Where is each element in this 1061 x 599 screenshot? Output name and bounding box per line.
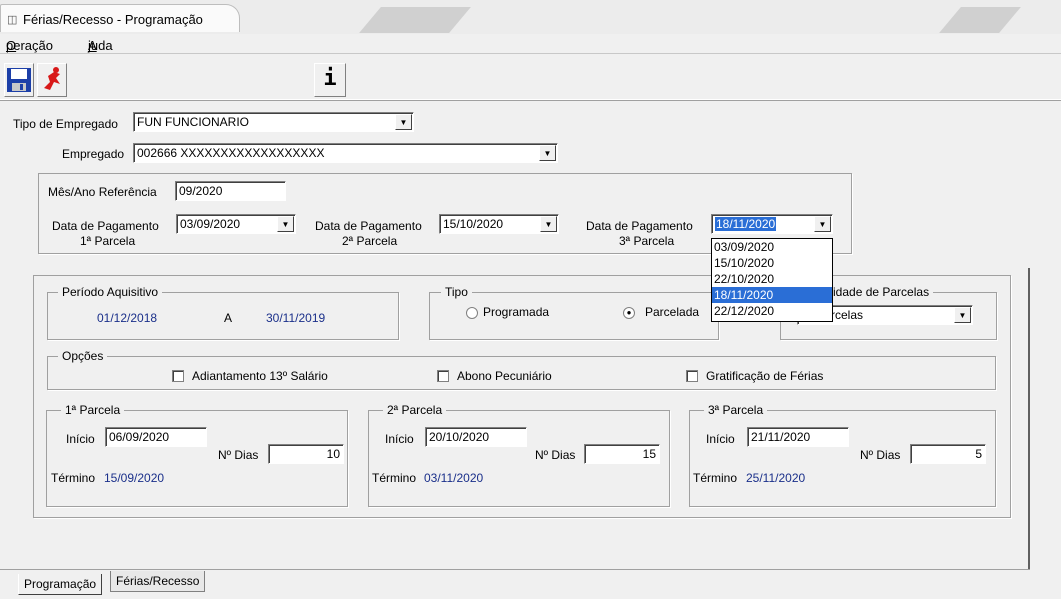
periodo-start: 01/12/2018 (97, 311, 158, 325)
exit-button[interactable] (37, 63, 67, 97)
parcela1-termino-value: 15/09/2020 (104, 471, 165, 485)
dropdown-option[interactable]: 15/10/2020 (712, 255, 832, 271)
parcela2-termino-label: Término (372, 471, 417, 485)
parcela3-title: 3ª Parcela (704, 403, 768, 417)
save-button[interactable] (4, 63, 34, 97)
parcela3-dias-label: Nº Dias (860, 448, 901, 462)
radio-parcelada-label: Parcelada (645, 305, 700, 319)
dropdown-option[interactable]: 03/09/2020 (712, 239, 832, 255)
periodo-separator: A (224, 311, 233, 325)
parcela1-dias-label: Nº Dias (218, 448, 259, 462)
tab-programacao[interactable]: Programação (18, 574, 103, 595)
adiantamento-checkbox[interactable] (172, 370, 184, 382)
gratificacao-checkbox[interactable] (686, 370, 698, 382)
periodo-title: Período Aquisitivo (58, 285, 163, 299)
pagamento3-sub: 3ª Parcela (619, 234, 675, 248)
chevron-down-icon[interactable]: ▼ (954, 307, 971, 323)
periodo-end: 30/11/2019 (266, 311, 326, 325)
pagamento2-value: 15/10/2020 (443, 217, 504, 231)
opcoes-title: Opções (58, 349, 108, 363)
exit-runner-icon (44, 67, 60, 90)
pagamento3-label: Data de Pagamento (586, 219, 693, 233)
qtd-parcelas-title: idade de Parcelas (829, 285, 934, 299)
pagamento3-value: 18/11/2020 (715, 217, 777, 231)
pagamento3-dropdown-list[interactable]: 03/09/2020 15/10/2020 22/10/2020 18/11/2… (711, 238, 833, 322)
pagamento1-value: 03/09/2020 (180, 217, 241, 231)
radio-programada[interactable] (466, 307, 478, 319)
tipo-title: Tipo (441, 285, 472, 299)
empregado-select[interactable]: 002666 XXXXXXXXXXXXXXXXXX ▼ (133, 143, 558, 163)
chevron-down-icon[interactable]: ▼ (539, 145, 556, 161)
pagamento1-select[interactable]: 03/09/2020 ▼ (176, 214, 296, 234)
parcela3-termino-value: 25/11/2020 (746, 471, 806, 485)
pagamento1-sub: 1ª Parcela (80, 234, 136, 248)
parcela2-inicio-input[interactable]: 20/10/2020 (425, 427, 527, 447)
window-icon: ◫ (7, 14, 18, 26)
chevron-down-icon[interactable]: ▼ (277, 216, 294, 232)
parcela1-dias-input[interactable]: 10 (268, 444, 344, 464)
radio-programada-label: Programada (483, 305, 550, 319)
dropdown-option[interactable]: 22/10/2020 (712, 271, 832, 287)
parcela3-dias-input[interactable]: 5 (910, 444, 986, 464)
chevron-down-icon[interactable]: ▼ (395, 114, 412, 130)
chevron-down-icon[interactable]: ▼ (540, 216, 557, 232)
dropdown-option[interactable]: 22/12/2020 (712, 303, 832, 319)
tipo-empregado-select[interactable]: FUN FUNCIONARIO ▼ (133, 112, 414, 132)
pagamento2-select[interactable]: 15/10/2020 ▼ (439, 214, 559, 234)
window-title: Férias/Recesso - Programação (23, 12, 203, 27)
pagamento1-label: Data de Pagamento (52, 219, 159, 233)
parcela2-inicio-label: Início (385, 432, 414, 446)
parcela3-inicio-input[interactable]: 21/11/2020 (747, 427, 849, 447)
parcela2-title: 2ª Parcela (383, 403, 447, 417)
tipo-empregado-value: FUN FUNCIONARIO (137, 115, 249, 129)
parcela1-inicio-input[interactable]: 06/09/2020 (105, 427, 207, 447)
referencia-label: Mês/Ano Referência (48, 185, 157, 199)
dropdown-option-selected[interactable]: 18/11/2020 (712, 287, 832, 303)
empregado-value: 002666 XXXXXXXXXXXXXXXXXX (137, 146, 325, 160)
window-tab[interactable]: ◫ Férias/Recesso - Programação (0, 4, 240, 32)
empregado-label: Empregado (62, 147, 125, 161)
parcela2-termino-value: 03/11/2020 (424, 471, 484, 485)
parcela1-inicio-label: Início (66, 432, 95, 446)
panel-bottom-edge (0, 569, 1030, 570)
panel-right-edge (1028, 268, 1030, 570)
parcela2-dias-input[interactable]: 15 (584, 444, 660, 464)
parcela2-dias-label: Nº Dias (535, 448, 576, 462)
pagamento2-sub: 2ª Parcela (342, 234, 398, 248)
toolbar (0, 55, 1061, 100)
parcela1-title: 1ª Parcela (61, 403, 125, 417)
pagamento3-select[interactable]: 18/11/2020 ▼ (711, 214, 833, 234)
gratificacao-label: Gratificação de Férias (706, 369, 824, 383)
chevron-down-icon[interactable]: ▼ (814, 216, 831, 232)
abono-checkbox[interactable] (437, 370, 449, 382)
parcela3-termino-label: Término (693, 471, 738, 485)
parcela1-termino-label: Término (51, 471, 96, 485)
referencia-input[interactable]: 09/2020 (175, 181, 286, 201)
abono-label: Abono Pecuniário (457, 369, 552, 383)
menu-bar: Operação Ajuda (0, 34, 1061, 54)
adiantamento-label: Adiantamento 13º Salário (192, 369, 328, 383)
tab-ferias-recesso[interactable]: Férias/Recesso (110, 571, 206, 592)
floppy-disk-icon (7, 68, 31, 92)
pagamento2-label: Data de Pagamento (315, 219, 422, 233)
tipo-empregado-label: Tipo de Empregado (13, 117, 118, 131)
parcela3-inicio-label: Início (706, 432, 735, 446)
radio-parcelada[interactable]: ● (623, 307, 635, 319)
info-icon: i (323, 66, 337, 91)
info-button[interactable]: i (314, 63, 346, 97)
